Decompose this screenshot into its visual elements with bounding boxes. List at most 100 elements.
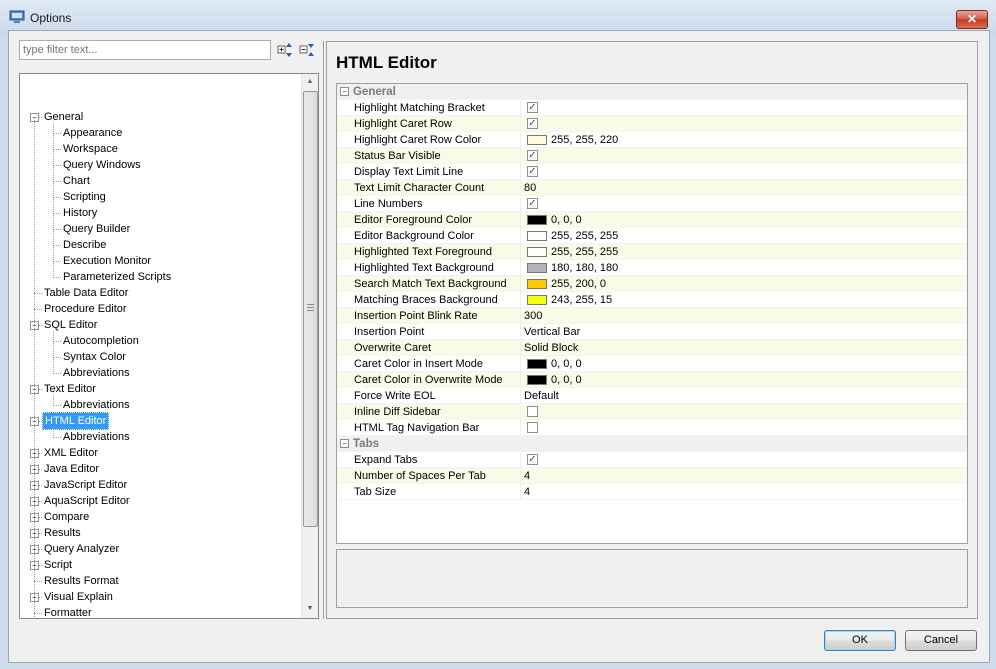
tree-item[interactable]: Query Windows xyxy=(20,157,302,173)
tree-item[interactable]: Appearance xyxy=(20,125,302,141)
property-row[interactable]: Editor Foreground Color 0, 0, 0 xyxy=(337,212,967,228)
property-row[interactable]: Highlighted Text Background 180, 180, 180 xyxy=(337,260,967,276)
column-divider xyxy=(520,308,521,324)
property-value[interactable]: 300 xyxy=(524,308,542,324)
property-row[interactable]: HTML Tag Navigation Bar xyxy=(337,420,967,436)
color-swatch[interactable] xyxy=(527,375,547,385)
color-swatch[interactable] xyxy=(527,295,547,305)
property-checkbox[interactable]: ✓ xyxy=(527,454,538,465)
property-value[interactable]: Vertical Bar xyxy=(524,324,580,340)
property-row[interactable]: Number of Spaces Per Tab 4 xyxy=(337,468,967,484)
property-row[interactable]: Highlight Caret Row ✓ xyxy=(337,116,967,132)
tree-item[interactable]: Abbreviations xyxy=(20,397,302,413)
property-checkbox[interactable]: ✓ xyxy=(527,166,538,177)
tree-item[interactable]: + Query Analyzer xyxy=(20,541,302,557)
collapse-icon[interactable]: − xyxy=(340,439,349,448)
tree-item[interactable]: Workspace xyxy=(20,141,302,157)
property-row[interactable]: Force Write EOL Default xyxy=(337,388,967,404)
property-category[interactable]: − Tabs xyxy=(337,436,967,452)
collapse-icon[interactable]: − xyxy=(340,87,349,96)
property-value[interactable]: Solid Block xyxy=(524,340,578,356)
property-row[interactable]: Tab Size 4 xyxy=(337,484,967,500)
scroll-up-icon[interactable]: ▲ xyxy=(305,77,315,87)
column-divider xyxy=(520,324,521,340)
close-button[interactable]: ✕ xyxy=(956,10,988,29)
property-value[interactable]: Default xyxy=(524,388,559,404)
column-divider xyxy=(520,212,521,228)
ok-button[interactable]: OK xyxy=(824,630,896,651)
property-checkbox[interactable]: ✓ xyxy=(527,102,538,113)
color-swatch[interactable] xyxy=(527,359,547,369)
color-swatch[interactable] xyxy=(527,231,547,241)
property-row[interactable]: Text Limit Character Count 80 xyxy=(337,180,967,196)
property-value[interactable]: 4 xyxy=(524,484,530,500)
expand-all-icon[interactable] xyxy=(277,42,293,58)
property-row[interactable]: Line Numbers ✓ xyxy=(337,196,967,212)
property-value[interactable]: 80 xyxy=(524,180,536,196)
scroll-down-icon[interactable]: ▼ xyxy=(305,604,315,614)
color-swatch[interactable] xyxy=(527,247,547,257)
tree-item[interactable]: Query Builder xyxy=(20,221,302,237)
tree-item[interactable]: Parameterized Scripts xyxy=(20,269,302,285)
property-checkbox[interactable]: ✓ xyxy=(527,118,538,129)
tree-item[interactable]: + AquaScript Editor xyxy=(20,493,302,509)
color-swatch[interactable] xyxy=(527,279,547,289)
property-checkbox[interactable]: ✓ xyxy=(527,150,538,161)
property-row[interactable]: Insertion Point Vertical Bar xyxy=(337,324,967,340)
tree-item[interactable]: + XML Editor xyxy=(20,445,302,461)
collapse-all-icon[interactable] xyxy=(299,42,315,58)
tree-item[interactable]: Abbreviations xyxy=(20,365,302,381)
tree-item[interactable]: + JavaScript Editor xyxy=(20,477,302,493)
tree-scrollbar[interactable]: ▲ ▼ xyxy=(301,74,318,618)
cancel-button[interactable]: Cancel xyxy=(905,630,977,651)
tree-item[interactable]: + Java Editor xyxy=(20,461,302,477)
tree-item[interactable]: Chart xyxy=(20,173,302,189)
property-checkbox[interactable] xyxy=(527,406,538,417)
property-row[interactable]: Highlight Matching Bracket ✓ xyxy=(337,100,967,116)
property-row[interactable]: Caret Color in Insert Mode 0, 0, 0 xyxy=(337,356,967,372)
tree-item[interactable]: − SQL Editor xyxy=(20,317,302,333)
tree-item[interactable]: + Visual Explain xyxy=(20,589,302,605)
tree-item[interactable]: Autocompletion xyxy=(20,333,302,349)
tree-item[interactable]: Formatter xyxy=(20,605,302,619)
property-row[interactable]: Status Bar Visible ✓ xyxy=(337,148,967,164)
property-row[interactable]: Caret Color in Overwrite Mode 0, 0, 0 xyxy=(337,372,967,388)
tree-item[interactable]: History xyxy=(20,205,302,221)
tree-item[interactable]: Procedure Editor xyxy=(20,301,302,317)
property-row[interactable]: Inline Diff Sidebar xyxy=(337,404,967,420)
property-row[interactable]: Search Match Text Background 255, 200, 0 xyxy=(337,276,967,292)
scroll-thumb[interactable] xyxy=(303,91,318,527)
tree-item[interactable]: Table Data Editor xyxy=(20,285,302,301)
color-swatch[interactable] xyxy=(527,135,547,145)
tree-item[interactable]: Results Format xyxy=(20,573,302,589)
tree-item[interactable]: + Compare xyxy=(20,509,302,525)
property-row[interactable]: Highlighted Text Foreground 255, 255, 255 xyxy=(337,244,967,260)
tree-item[interactable]: Execution Monitor xyxy=(20,253,302,269)
tree-item[interactable]: Syntax Color xyxy=(20,349,302,365)
tree-item[interactable]: + Results xyxy=(20,525,302,541)
property-row[interactable]: Insertion Point Blink Rate 300 xyxy=(337,308,967,324)
tree-item[interactable]: Abbreviations xyxy=(20,429,302,445)
property-row[interactable]: Display Text Limit Line ✓ xyxy=(337,164,967,180)
filter-input[interactable] xyxy=(19,40,271,60)
property-row[interactable]: Editor Background Color 255, 255, 255 xyxy=(337,228,967,244)
property-row[interactable]: Highlight Caret Row Color 255, 255, 220 xyxy=(337,132,967,148)
property-row[interactable]: Overwrite Caret Solid Block xyxy=(337,340,967,356)
property-category[interactable]: − General xyxy=(337,84,967,100)
tree-item[interactable]: − General xyxy=(20,109,302,125)
property-row[interactable]: Matching Braces Background 243, 255, 15 xyxy=(337,292,967,308)
property-row[interactable]: Expand Tabs ✓ xyxy=(337,452,967,468)
property-checkbox[interactable]: ✓ xyxy=(527,198,538,209)
property-checkbox[interactable] xyxy=(527,422,538,433)
color-swatch[interactable] xyxy=(527,263,547,273)
tree-item[interactable]: + Script xyxy=(20,557,302,573)
property-value[interactable]: 4 xyxy=(524,468,530,484)
tree-item[interactable]: − HTML Editor xyxy=(20,412,302,430)
tree-item-label: Formatter xyxy=(44,607,92,619)
tree-item[interactable]: Describe xyxy=(20,237,302,253)
property-grid[interactable]: − General Highlight Matching Bracket ✓ Highl… xyxy=(336,83,968,544)
color-swatch[interactable] xyxy=(527,215,547,225)
tree-item[interactable]: Scripting xyxy=(20,189,302,205)
tree-item[interactable]: − Text Editor xyxy=(20,381,302,397)
options-tree[interactable]: − General Appearance Workspace Query Windows… xyxy=(19,73,319,619)
